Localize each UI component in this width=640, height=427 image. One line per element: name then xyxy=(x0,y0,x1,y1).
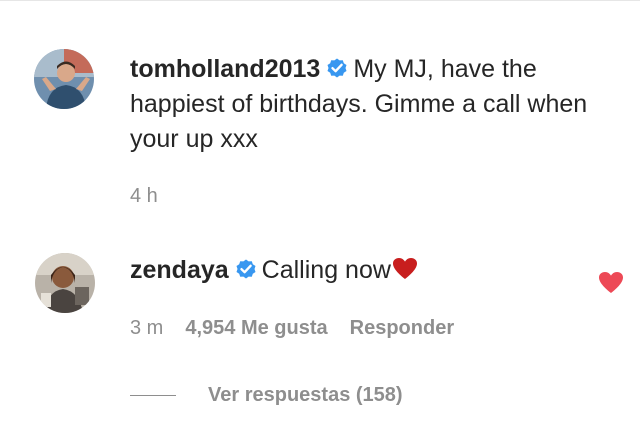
verified-badge-icon xyxy=(325,56,349,80)
reply-button[interactable]: Responder xyxy=(350,317,454,340)
comment-body: Calling now xyxy=(261,256,391,284)
comment-timestamp[interactable]: 3 m xyxy=(130,317,163,340)
verified-badge-icon xyxy=(234,257,258,281)
profile-photo-avatar xyxy=(34,49,94,109)
avatar-zendaya[interactable] xyxy=(35,253,95,313)
comment-tomholland2013: tomholland2013 My MJ, have the happiest o… xyxy=(130,52,610,157)
comment-timestamp[interactable]: 4 h xyxy=(130,183,158,209)
replies-divider-line xyxy=(130,394,176,396)
avatar-tomholland2013[interactable] xyxy=(34,49,94,109)
username-link[interactable]: zendaya xyxy=(130,256,229,284)
username-link[interactable]: tomholland2013 xyxy=(130,55,320,83)
comment-meta-row: 3 m 4,954 Me gusta Responder xyxy=(130,315,454,341)
profile-photo-avatar xyxy=(35,253,95,313)
view-replies-label: Ver respuestas (158) xyxy=(208,383,403,406)
like-comment-button[interactable] xyxy=(598,271,624,295)
red-heart-emoji-icon xyxy=(392,257,418,281)
likes-count-link[interactable]: 4,954 Me gusta xyxy=(185,317,327,340)
top-divider xyxy=(0,0,640,1)
comment-zendaya: zendaya Calling now xyxy=(130,253,590,288)
view-replies-button[interactable]: Ver respuestas (158) xyxy=(130,380,403,410)
heart-filled-icon xyxy=(599,272,623,293)
